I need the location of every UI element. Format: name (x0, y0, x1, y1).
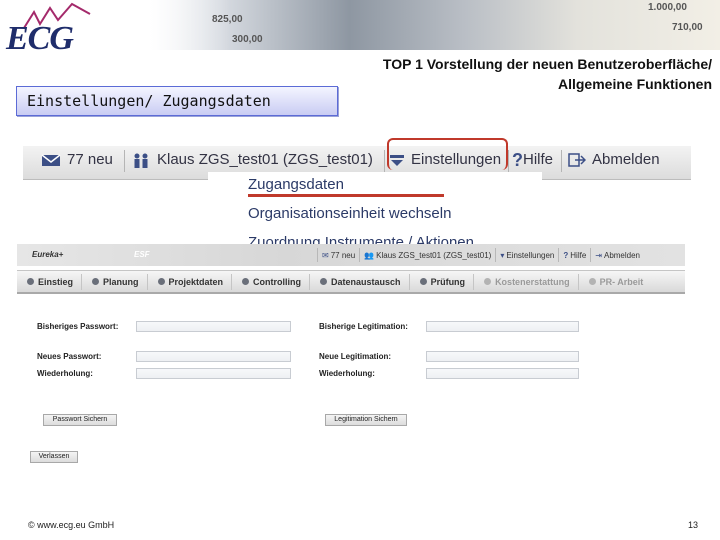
mail-icon (41, 154, 61, 166)
menu-projektdaten[interactable]: Projektdaten (148, 273, 233, 290)
mini-nav-settings[interactable]: ▾ Einstellungen (495, 248, 558, 262)
old-password-field[interactable] (136, 321, 291, 332)
bullet-icon (242, 278, 250, 285)
app-top-nav: ✉ 77 neu 👥 Klaus ZGS_test01 (ZGS_test01) ▾… (317, 248, 644, 262)
app-screenshot: Eureka+ ESF ✉ 77 neu 👥 Klaus ZGS_test01 (Z… (17, 244, 685, 469)
selected-underline (248, 194, 444, 197)
nav-logout[interactable]: Abmelden (568, 143, 660, 177)
repeat-password-field[interactable] (136, 368, 291, 379)
bullet-icon (588, 278, 596, 285)
menu-pr-arbeit: PR- Arbeit (579, 274, 652, 290)
save-legitimation-button[interactable]: Legitimation Sichern (325, 414, 407, 426)
old-legitimation-field[interactable] (426, 321, 579, 332)
app-topbar: Eureka+ ESF ✉ 77 neu 👥 Klaus ZGS_test01 (Z… (17, 244, 685, 266)
app-menubar: Einstieg Planung Projektdaten Controllin… (17, 270, 685, 294)
section-label: Einstellungen/ Zugangsdaten (16, 86, 338, 116)
users-icon: 👥 (364, 250, 375, 260)
help-icon: ? (512, 150, 523, 170)
new-password-field[interactable] (136, 351, 291, 362)
company-logo: ECG (6, 20, 74, 57)
bullet-icon (92, 278, 100, 285)
menu-controlling[interactable]: Controlling (232, 273, 311, 290)
settings-highlight (387, 138, 508, 170)
users-icon (134, 153, 148, 168)
save-password-button[interactable]: Passwort Sichern (43, 414, 117, 426)
settings-dropdown: Zugangsdaten Organisationseinheit wechse… (208, 172, 542, 252)
mini-nav-help[interactable]: ? Hilfe (558, 248, 590, 262)
repeat-password-label: Wiederholung: (37, 369, 93, 378)
mini-nav-logout[interactable]: ⇥ Abmelden (590, 248, 644, 262)
menu-kostenerstattung: Kostenerstattung (474, 273, 579, 290)
dropdown-item-org-unit[interactable]: Organisationseinheit wechseln (248, 205, 451, 222)
nav-messages[interactable]: 77 neu (41, 143, 113, 177)
banner-number: 825,00 (212, 14, 243, 25)
app-brand: Eureka+ (32, 250, 64, 259)
help-icon: ? (563, 250, 569, 260)
bullet-icon (320, 278, 328, 285)
repeat-legitimation-field[interactable] (426, 368, 579, 379)
new-legitimation-field[interactable] (426, 351, 579, 362)
mini-nav-messages[interactable]: ✉ 77 neu (317, 248, 359, 262)
leave-button[interactable]: Verlassen (30, 451, 78, 463)
mini-nav-user[interactable]: 👥 Klaus ZGS_test01 (ZGS_test01) (359, 248, 495, 262)
bullet-icon (27, 278, 34, 285)
mail-icon: ✉ (322, 250, 329, 260)
app-brand-esf: ESF (134, 250, 150, 259)
repeat-legitimation-label: Wiederholung: (319, 369, 375, 378)
menu-pruefung[interactable]: Prüfung (410, 273, 475, 290)
old-password-label: Bisheriges Passwort: (37, 322, 119, 331)
banner-number: 300,00 (232, 34, 263, 45)
banner-number: 710,00 (672, 22, 703, 33)
bullet-icon (157, 278, 165, 285)
menu-einstieg[interactable]: Einstieg (17, 273, 83, 290)
settings-icon: ▾ (500, 250, 505, 260)
bullet-icon (419, 278, 427, 285)
logout-icon: ⇥ (595, 250, 602, 260)
page-number: 13 (687, 520, 698, 530)
dropdown-item-zugangsdaten[interactable]: Zugangsdaten (248, 176, 344, 193)
menu-planung[interactable]: Planung (82, 273, 148, 290)
header-banner: 1.000,00 825,00 710,00 300,00 (0, 0, 720, 50)
new-legitimation-label: Neue Legitimation: (319, 352, 392, 361)
banner-number: 1.000,00 (648, 2, 687, 13)
old-legitimation-label: Bisherige Legitimation: (319, 322, 408, 331)
menu-datenaustausch[interactable]: Datenaustausch (310, 273, 410, 290)
logout-icon (568, 153, 586, 167)
footer-copyright: © www.ecg.eu GmbH (28, 520, 115, 530)
bullet-icon (484, 278, 492, 285)
new-password-label: Neues Passwort: (37, 352, 102, 361)
